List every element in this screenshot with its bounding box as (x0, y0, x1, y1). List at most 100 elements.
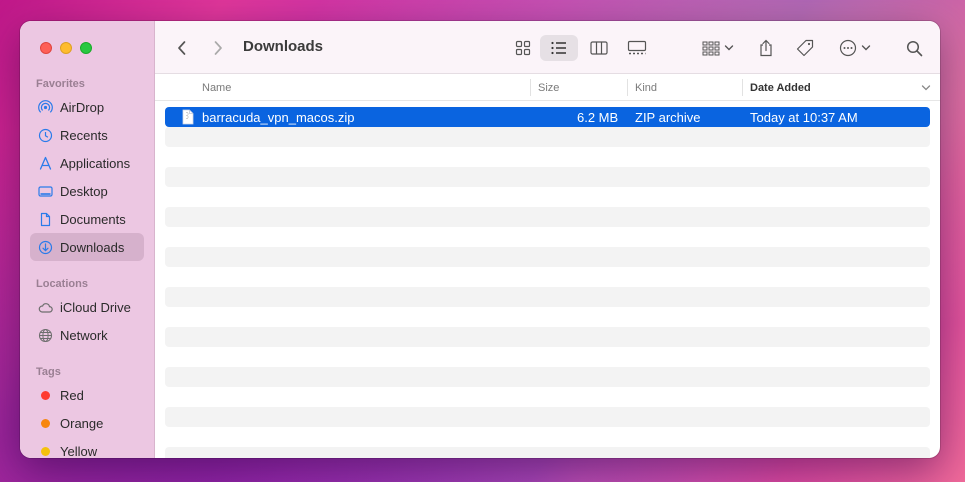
list-header: Name Size Kind Date Added (155, 74, 940, 101)
empty-row (165, 127, 930, 147)
cloud-icon (38, 300, 53, 315)
sidebar-item-label: Documents (60, 211, 126, 227)
empty-row (165, 367, 930, 387)
download-icon (38, 240, 53, 255)
red-tag-icon (41, 390, 50, 400)
empty-row (165, 267, 930, 287)
chevron-down-icon (861, 45, 871, 51)
sidebar-item-recents[interactable]: Recents (30, 121, 144, 149)
empty-row (165, 287, 930, 307)
desktop-icon (38, 184, 53, 199)
sidebar-item-icloud-drive[interactable]: iCloud Drive (30, 293, 144, 321)
empty-row (165, 427, 930, 447)
zip-file-icon (182, 109, 194, 125)
empty-row (165, 447, 930, 458)
sidebar-item-label: Desktop (60, 183, 108, 199)
document-icon (38, 212, 53, 227)
empty-row (165, 347, 930, 367)
globe-icon (38, 328, 53, 343)
sidebar-item-label: iCloud Drive (60, 299, 131, 315)
file-name: barracuda_vpn_macos.zip (202, 110, 355, 125)
sidebar-item-label: Yellow (60, 443, 98, 459)
zoom-button[interactable] (80, 42, 92, 54)
orange-tag-icon (41, 418, 50, 428)
grid-icon (515, 40, 531, 56)
favorites-section-title: Favorites (36, 78, 85, 90)
column-header-date-added[interactable]: Date Added (750, 82, 811, 94)
column-divider[interactable] (530, 79, 531, 96)
airdrop-icon (38, 99, 53, 115)
column-header-size[interactable]: Size (538, 82, 559, 94)
locations-section-title: Locations (36, 278, 88, 290)
gallery-icon (627, 40, 647, 55)
file-list: barracuda_vpn_macos.zip 6.2 MB ZIP archi… (165, 107, 930, 458)
empty-row (165, 187, 930, 207)
list-view-button[interactable] (540, 35, 578, 61)
applications-icon (38, 156, 53, 171)
close-button[interactable] (40, 42, 52, 54)
file-date-added: Today at 10:37 AM (750, 110, 858, 125)
empty-row (165, 307, 930, 327)
column-header-name[interactable]: Name (202, 82, 231, 94)
group-grid-icon (702, 41, 720, 56)
empty-row (165, 227, 930, 247)
empty-row (165, 387, 930, 407)
toolbar: Downloads (155, 21, 940, 74)
table-row[interactable]: barracuda_vpn_macos.zip 6.2 MB ZIP archi… (165, 107, 930, 127)
tags-section-title: Tags (36, 366, 61, 378)
column-view-button[interactable] (583, 35, 615, 61)
sidebar-item-downloads[interactable]: Downloads (30, 233, 144, 261)
sidebar: Favorites AirDrop Recents Applications D… (20, 21, 155, 458)
sidebar-item-network[interactable]: Network (30, 321, 144, 349)
yellow-tag-icon (41, 446, 50, 456)
sidebar-item-label: Recents (60, 127, 108, 143)
chevron-down-icon (724, 45, 734, 51)
empty-row (165, 407, 930, 427)
sidebar-item-label: Downloads (60, 239, 125, 255)
group-by-button[interactable] (695, 35, 741, 61)
sidebar-item-tag-red[interactable]: Red (30, 381, 144, 409)
share-icon (760, 39, 772, 57)
sidebar-item-label: Applications (60, 155, 131, 171)
sidebar-item-label: AirDrop (60, 99, 105, 115)
gallery-view-button[interactable] (621, 35, 653, 61)
empty-row (165, 147, 930, 167)
empty-row (165, 247, 930, 267)
clock-icon (38, 128, 53, 143)
sidebar-item-documents[interactable]: Documents (30, 205, 144, 233)
traffic-lights (40, 42, 92, 54)
search-button[interactable] (901, 35, 927, 61)
sidebar-item-tag-yellow[interactable]: Yellow (30, 437, 144, 458)
window-title: Downloads (243, 38, 324, 55)
sort-chevron-down-icon (921, 85, 931, 91)
tags-button[interactable] (792, 35, 818, 61)
column-divider[interactable] (627, 79, 628, 96)
finder-window: Favorites AirDrop Recents Applications D… (20, 21, 940, 458)
more-actions-button[interactable] (833, 35, 877, 61)
sidebar-item-label: Red (60, 387, 84, 403)
ellipsis-circle-icon (839, 39, 857, 57)
empty-row (165, 207, 930, 227)
empty-row (165, 167, 930, 187)
icon-view-button[interactable] (508, 35, 538, 61)
sidebar-item-desktop[interactable]: Desktop (30, 177, 144, 205)
share-button[interactable] (753, 35, 779, 61)
sidebar-item-label: Network (60, 327, 108, 343)
file-size: 6.2 MB (577, 110, 619, 125)
search-icon (906, 40, 922, 56)
minimize-button[interactable] (60, 42, 72, 54)
empty-row (165, 327, 930, 347)
chevron-right-icon (214, 41, 222, 55)
forward-button[interactable] (207, 35, 229, 61)
file-kind: ZIP archive (635, 110, 701, 125)
sidebar-item-label: Orange (60, 415, 104, 431)
back-button[interactable] (171, 35, 193, 61)
list-icon (551, 41, 566, 55)
column-header-kind[interactable]: Kind (635, 82, 657, 94)
sidebar-item-applications[interactable]: Applications (30, 149, 144, 177)
sidebar-item-airdrop[interactable]: AirDrop (30, 93, 144, 121)
sidebar-item-tag-orange[interactable]: Orange (30, 409, 144, 437)
column-divider[interactable] (742, 79, 743, 96)
columns-icon (590, 41, 608, 55)
tag-icon (796, 39, 814, 57)
